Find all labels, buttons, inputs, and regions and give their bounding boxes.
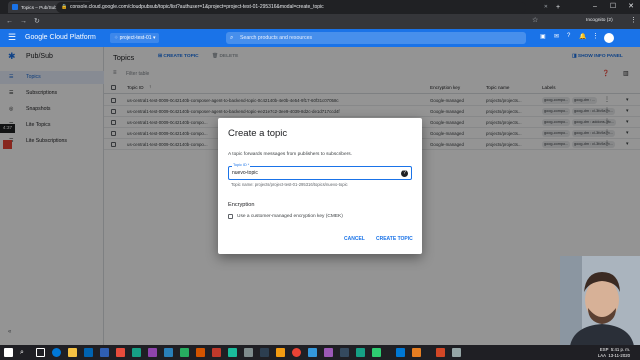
app-icon[interactable] — [260, 348, 269, 357]
back-icon[interactable]: ← — [6, 15, 13, 28]
reload-icon[interactable]: ↻ — [34, 15, 40, 28]
app-icon[interactable] — [180, 348, 189, 357]
cloud-shell-icon[interactable]: ▣ — [540, 33, 546, 40]
topic-name-hint: Topic name: projects/project-test-01-295… — [231, 182, 348, 187]
taskbar-search-icon[interactable]: ⌕ — [20, 348, 29, 357]
cancel-button[interactable]: CANCEL — [344, 236, 365, 242]
create-topic-dialog: Create a topic A topic forwards messages… — [218, 118, 422, 254]
presenter-image — [560, 256, 640, 346]
system-tray[interactable]: ESP 5:41 p. m. LAA 13-11-2020 — [598, 347, 630, 358]
search-placeholder: Search products and resources — [240, 35, 313, 41]
app-icon[interactable] — [196, 348, 205, 357]
clock-date: 13-11-2020 — [608, 352, 630, 358]
chevron-down-icon: ▾ — [152, 35, 156, 41]
powerpoint-icon[interactable] — [436, 348, 445, 357]
menu-dots-icon[interactable]: ⋮ — [630, 16, 637, 24]
app-icon[interactable] — [164, 348, 173, 357]
cmek-checkbox[interactable] — [228, 214, 233, 219]
search-icon: ⌕ — [230, 35, 234, 41]
app-icon[interactable] — [412, 348, 421, 357]
app-icon[interactable] — [148, 348, 157, 357]
star-icon[interactable]: ☆ — [532, 16, 538, 24]
project-selector[interactable]: ⁘ project-test-01 ▾ — [110, 33, 160, 43]
search-input[interactable]: ⌕ Search products and resources — [226, 32, 526, 44]
close-tab-icon[interactable]: ✕ — [544, 4, 548, 10]
windows-start-icon[interactable] — [4, 348, 13, 357]
app-icon[interactable] — [244, 348, 253, 357]
dialog-description: A topic forwards messages from publisher… — [228, 152, 352, 157]
clock-time: 5:41 p. m. — [610, 347, 630, 352]
encryption-heading: Encryption — [228, 202, 255, 208]
lock-icon: 🔒 — [61, 4, 68, 10]
address-bar[interactable]: 🔒 console.cloud.google.com/cloudpubsub/t… — [56, 2, 526, 13]
incognito-badge[interactable]: Incognito (2) — [586, 18, 613, 23]
maximize-icon[interactable]: ☐ — [604, 0, 622, 14]
avatar[interactable] — [604, 33, 614, 43]
app-icon[interactable] — [372, 348, 381, 357]
vscode-icon[interactable] — [396, 348, 405, 357]
app-icon[interactable] — [276, 348, 285, 357]
task-view-icon[interactable] — [36, 348, 45, 357]
window-controls: – ☐ ✕ — [586, 0, 640, 14]
create-topic-submit-button[interactable]: CREATE TOPIC — [376, 236, 413, 242]
project-name: project-test-01 — [119, 35, 152, 41]
app-icon[interactable] — [308, 348, 317, 357]
minimize-icon[interactable]: – — [586, 0, 604, 14]
hamburger-menu-icon[interactable]: ☰ — [8, 32, 16, 43]
webcam-overlay — [560, 256, 640, 346]
topic-id-label: Topic ID * — [232, 163, 251, 167]
cmek-option[interactable]: Use a customer-managed encryption key (C… — [228, 214, 343, 219]
settings-dots-icon[interactable]: ⋮ — [592, 32, 599, 40]
help-icon[interactable]: ? — [567, 33, 570, 39]
help-icon[interactable]: ? — [401, 170, 408, 177]
app-icon[interactable] — [228, 348, 237, 357]
pubsub-favicon-icon — [12, 4, 18, 10]
app-icon[interactable] — [324, 348, 333, 357]
store-icon[interactable] — [84, 348, 93, 357]
address-bar-row — [0, 14, 640, 29]
app-icon[interactable] — [212, 348, 221, 357]
language-indicator: ESP — [599, 347, 609, 352]
edge-icon[interactable] — [52, 348, 61, 357]
topic-id-value: nuevo-topic — [232, 170, 258, 176]
cmek-label: Use a customer-managed encryption key (C… — [237, 214, 343, 219]
gcp-brand[interactable]: Google Cloud Platform — [25, 29, 96, 47]
forward-icon[interactable]: → — [20, 15, 27, 28]
app-icon[interactable] — [356, 348, 365, 357]
topic-id-field[interactable]: Topic ID * nuevo-topic ? — [228, 163, 412, 180]
chrome-icon[interactable] — [292, 348, 301, 357]
url-text: console.cloud.google.com/cloudpubsub/top… — [70, 4, 324, 10]
close-window-icon[interactable]: ✕ — [622, 0, 640, 14]
app-icon[interactable] — [132, 348, 141, 357]
app-icon[interactable] — [116, 348, 125, 357]
gcp-header: ☰ Google Cloud Platform ⁘ project-test-0… — [0, 29, 640, 47]
app-icon[interactable] — [340, 348, 349, 357]
notifications-icon[interactable]: 🔔 — [579, 33, 586, 40]
windows-taskbar: ⌕ ESP 5:41 p. m. LAA 13-11-2020 — [0, 345, 640, 360]
dialog-title: Create a topic — [228, 128, 288, 139]
new-tab-button[interactable]: + — [554, 1, 564, 13]
file-explorer-icon[interactable] — [68, 348, 77, 357]
gift-icon[interactable]: ✉ — [554, 33, 559, 40]
keyboard-layout: LAA — [597, 352, 606, 358]
app-icon[interactable] — [452, 348, 461, 357]
mail-icon[interactable] — [100, 348, 109, 357]
